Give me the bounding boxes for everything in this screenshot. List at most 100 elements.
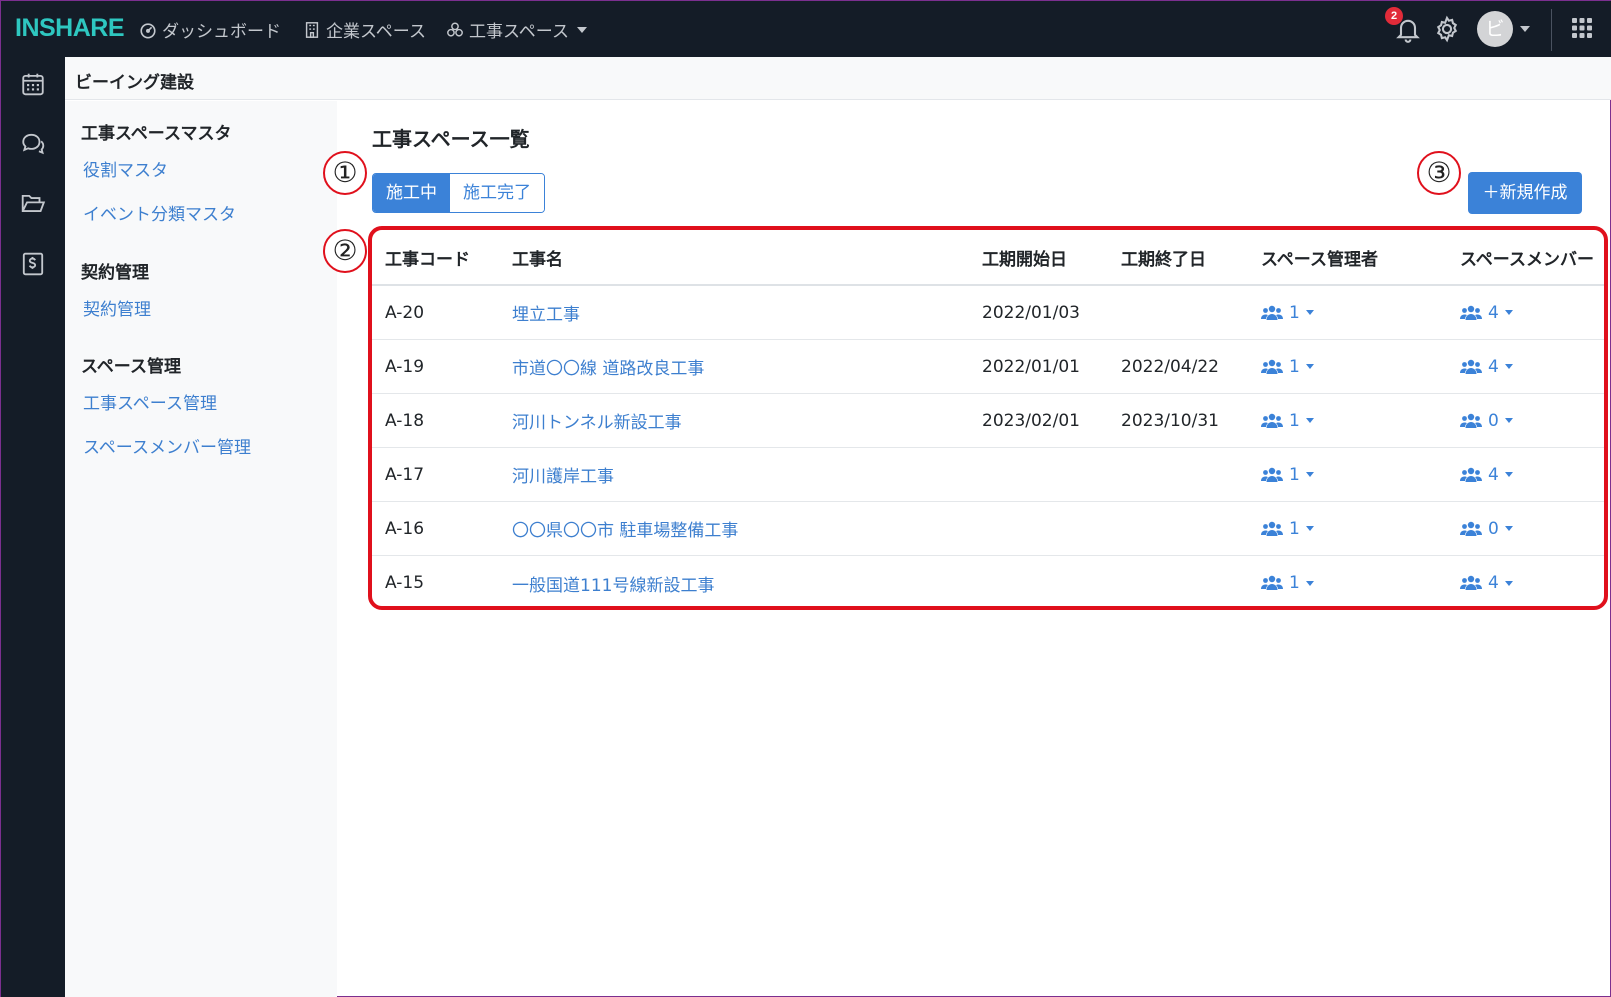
nav-company-space-label: 企業スペース: [326, 22, 426, 42]
col-members[interactable]: スペースメンバー: [1460, 230, 1594, 284]
managers-dropdown[interactable]: 1: [1261, 340, 1314, 393]
table-row: A-17 河川護岸工事 1 4: [372, 448, 1604, 502]
col-end[interactable]: 工期終了日: [1121, 230, 1206, 284]
avatar-chevron-down-icon[interactable]: [1520, 26, 1530, 32]
cell-start-date: 2022/01/01: [982, 356, 1080, 377]
nav-construction-space-dropdown[interactable]: 工事スペース: [446, 17, 587, 42]
cell-code: A-18: [385, 410, 425, 431]
nav-dashboard[interactable]: ダッシュボード: [139, 17, 281, 42]
members-count: 0: [1488, 410, 1499, 431]
calendar-icon[interactable]: [20, 71, 46, 97]
table-row: A-20 埋立工事 2022/01/03 1 4: [372, 286, 1604, 340]
notification-badge: 2: [1385, 7, 1403, 25]
sidebar-item-space-members[interactable]: スペースメンバー管理: [83, 433, 251, 458]
avatar[interactable]: ビ: [1477, 11, 1513, 47]
managers-dropdown[interactable]: 1: [1261, 286, 1314, 339]
filter-completed[interactable]: 施工完了: [450, 174, 544, 212]
sidebar: 工事スペースマスタ 役割マスタ イベント分類マスタ 契約管理 契約管理 スペース…: [65, 101, 337, 997]
new-create-button[interactable]: ＋新規作成: [1468, 172, 1582, 214]
cell-name-link[interactable]: 一般国道111号線新設工事: [512, 556, 714, 610]
managers-dropdown[interactable]: 1: [1261, 556, 1314, 610]
status-filter: 施工中 施工完了: [372, 173, 545, 213]
cell-code: A-19: [385, 356, 425, 377]
sidebar-item-contract[interactable]: 契約管理: [83, 295, 151, 320]
cell-name-link[interactable]: 市道〇〇線 道路改良工事: [512, 340, 704, 393]
navbar-divider: [1551, 9, 1552, 51]
members-dropdown[interactable]: 4: [1460, 286, 1513, 339]
table-row: A-16 〇〇県〇〇市 駐車場整備工事 1 0: [372, 502, 1604, 556]
col-name[interactable]: 工事名: [512, 230, 563, 284]
nav-company-space[interactable]: 企業スペース: [303, 17, 426, 42]
sidebar-item-construction-space[interactable]: 工事スペース管理: [83, 389, 217, 414]
users-icon: [1460, 359, 1482, 374]
col-managers[interactable]: スペース管理者: [1261, 230, 1378, 284]
members-dropdown[interactable]: 4: [1460, 448, 1513, 501]
sidebar-item-event-category-master[interactable]: イベント分類マスタ: [83, 200, 236, 225]
callout-1: ①: [323, 151, 367, 195]
members-count: 4: [1488, 356, 1499, 377]
gear-icon[interactable]: [1433, 14, 1461, 44]
sidebar-section-contract: 契約管理: [81, 263, 149, 283]
breadcrumb: ビーイング建設: [65, 57, 1611, 100]
chevron-down-icon: [1504, 364, 1513, 369]
contract-icon[interactable]: [20, 251, 46, 277]
cell-name-link[interactable]: 河川トンネル新設工事: [512, 394, 682, 447]
chevron-down-icon: [576, 26, 587, 33]
dashboard-gauge-icon: [140, 22, 156, 38]
callout-2: ②: [323, 229, 367, 273]
cell-end-date: 2022/04/22: [1121, 356, 1219, 377]
cell-code: A-15: [385, 573, 425, 593]
cell-name-link[interactable]: 埋立工事: [512, 286, 580, 339]
apps-grid-icon[interactable]: [1571, 17, 1593, 39]
chevron-down-icon: [1305, 418, 1314, 423]
members-dropdown[interactable]: 0: [1460, 394, 1513, 447]
col-code[interactable]: 工事コード: [385, 230, 470, 284]
users-icon: [1261, 305, 1283, 320]
users-icon: [1261, 413, 1283, 428]
managers-dropdown[interactable]: 1: [1261, 502, 1314, 555]
chevron-down-icon: [1504, 526, 1513, 531]
cell-name-link[interactable]: 〇〇県〇〇市 駐車場整備工事: [512, 502, 738, 555]
cell-code: A-16: [385, 518, 425, 539]
users-icon: [1460, 521, 1482, 536]
company-name: ビーイング建設: [75, 73, 194, 93]
table-row: A-18 河川トンネル新設工事 2023/02/01 2023/10/31 1 0: [372, 394, 1604, 448]
cell-start-date: 2022/01/03: [982, 302, 1080, 323]
nav-construction-space-label: 工事スペース: [469, 22, 569, 42]
members-count: 4: [1488, 464, 1499, 485]
cell-start-date: 2023/02/01: [982, 410, 1080, 431]
chevron-down-icon: [1305, 472, 1314, 477]
chat-icon[interactable]: [20, 131, 46, 157]
construction-space-table: 工事コード 工事名 工期開始日 工期終了日 スペース管理者 スペースメンバー A…: [372, 230, 1604, 610]
col-start[interactable]: 工期開始日: [982, 230, 1067, 284]
chevron-down-icon: [1305, 310, 1314, 315]
cell-end-date: 2023/10/31: [1121, 410, 1219, 431]
managers-dropdown[interactable]: 1: [1261, 394, 1314, 447]
chevron-down-icon: [1305, 364, 1314, 369]
users-icon: [1261, 575, 1283, 590]
managers-count: 1: [1289, 302, 1300, 323]
app-logo[interactable]: INSHARE: [15, 14, 125, 44]
filter-in-progress[interactable]: 施工中: [373, 174, 450, 212]
managers-count: 1: [1289, 518, 1300, 539]
users-icon: [1261, 359, 1283, 374]
chevron-down-icon: [1504, 310, 1513, 315]
cell-name-link[interactable]: 河川護岸工事: [512, 448, 614, 501]
managers-count: 1: [1289, 410, 1300, 431]
folder-icon[interactable]: [20, 191, 46, 217]
managers-count: 1: [1289, 356, 1300, 377]
users-icon: [1261, 467, 1283, 482]
users-icon: [1460, 305, 1482, 320]
managers-dropdown[interactable]: 1: [1261, 448, 1314, 501]
users-icon: [1261, 521, 1283, 536]
members-dropdown[interactable]: 0: [1460, 502, 1513, 555]
members-dropdown[interactable]: 4: [1460, 556, 1513, 610]
users-icon: [1460, 575, 1482, 590]
callout-3: ③: [1417, 151, 1461, 195]
sidebar-item-role-master[interactable]: 役割マスタ: [83, 156, 168, 181]
users-icon: [1460, 467, 1482, 482]
members-count: 4: [1488, 302, 1499, 323]
managers-count: 1: [1289, 464, 1300, 485]
building-icon: [305, 21, 319, 38]
members-dropdown[interactable]: 4: [1460, 340, 1513, 393]
